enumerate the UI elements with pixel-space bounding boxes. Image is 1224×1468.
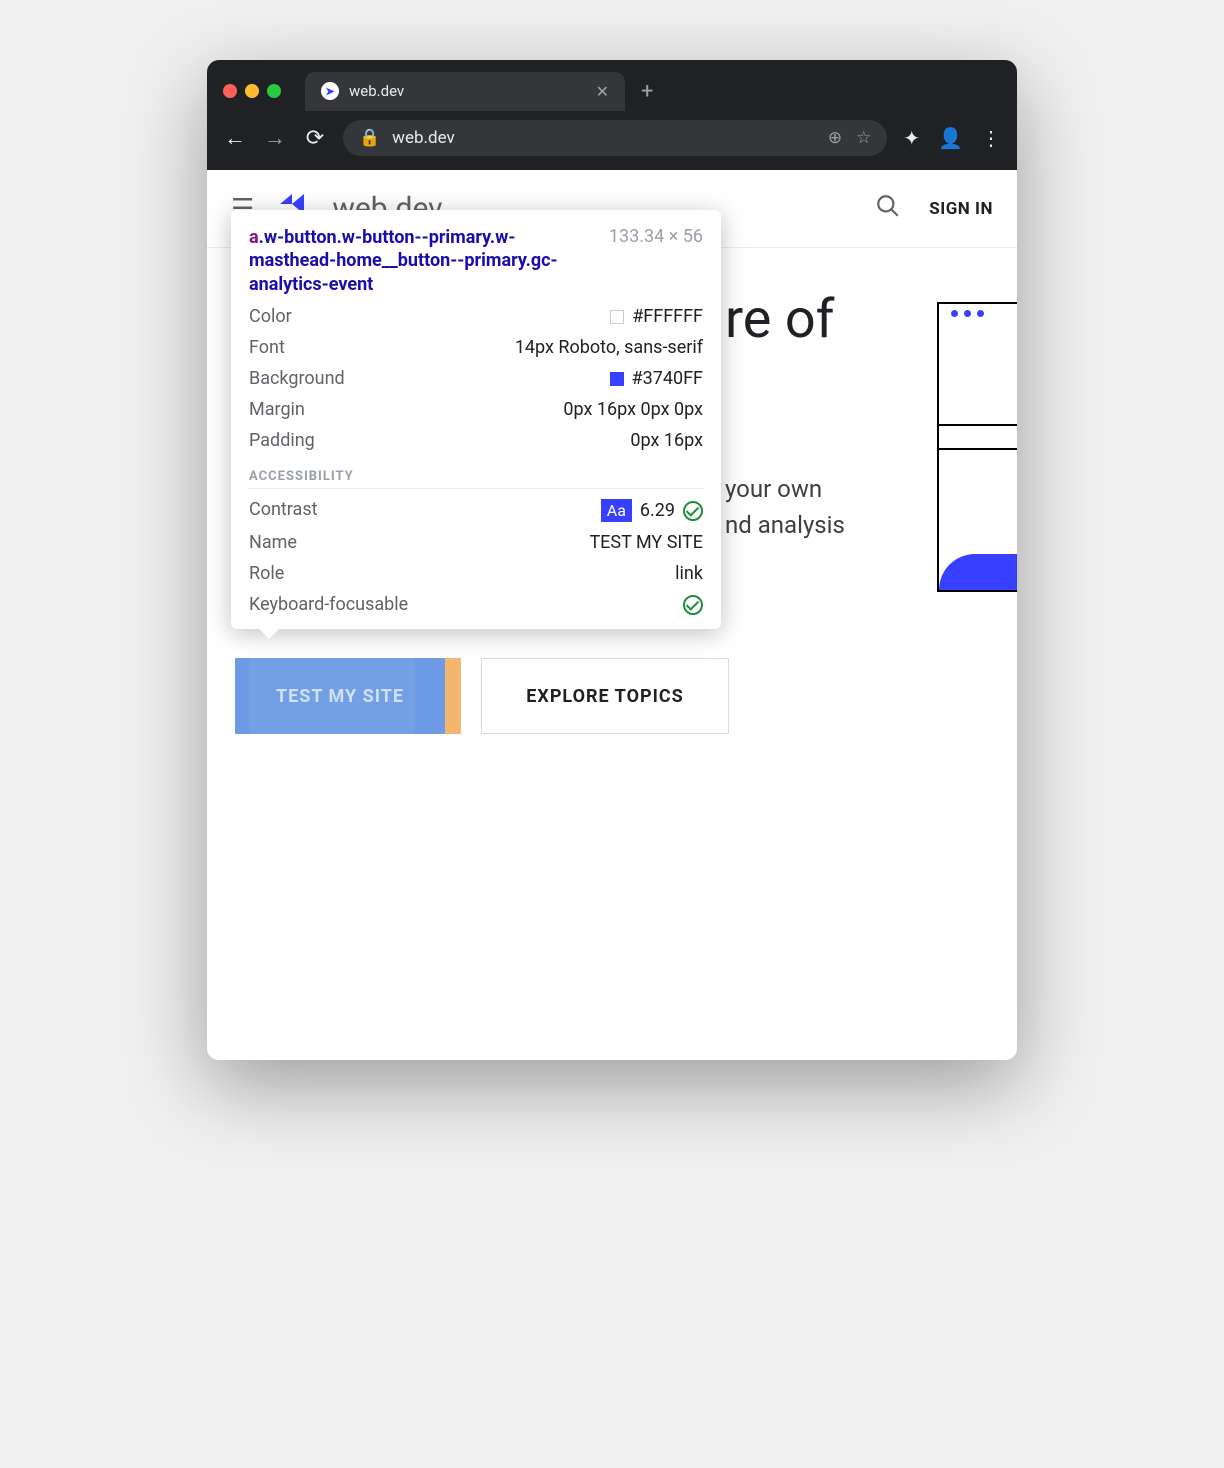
padding-value: 0px 16px <box>630 430 703 451</box>
check-icon <box>683 595 703 615</box>
color-label: Color <box>249 306 292 327</box>
color-swatch-white <box>610 310 624 324</box>
signin-button[interactable]: SIGN IN <box>929 199 993 219</box>
secondary-button-label: EXPLORE TOPICS <box>526 686 683 707</box>
search-icon[interactable] <box>875 193 901 225</box>
background-value: #3740FF <box>632 368 703 389</box>
color-value: #FFFFFF <box>632 306 703 327</box>
browser-toolbar: ← → ⟳ 🔒 web.dev ⊕ ☆ ✦ 👤 ⋮ <box>207 112 1017 170</box>
close-tab-icon[interactable]: ✕ <box>596 82 609 101</box>
a11y-name-value: TEST MY SITE <box>589 532 703 553</box>
font-value: 14px Roboto, sans-serif <box>515 337 703 358</box>
a11y-name-label: Name <box>249 532 297 553</box>
add-icon[interactable]: ⊕ <box>828 128 842 148</box>
role-label: Role <box>249 563 284 584</box>
color-swatch-blue <box>610 372 624 386</box>
bookmark-icon[interactable]: ☆ <box>856 128 871 148</box>
favicon-icon: ➤ <box>321 82 339 100</box>
reload-icon[interactable]: ⟳ <box>303 126 327 151</box>
test-my-site-button[interactable]: TEST MY SITE <box>235 658 445 734</box>
margin-label: Margin <box>249 399 305 420</box>
explore-topics-button[interactable]: EXPLORE TOPICS <box>481 658 729 734</box>
back-icon[interactable]: ← <box>223 125 247 151</box>
window-controls <box>223 84 281 98</box>
minimize-window-button[interactable] <box>245 84 259 98</box>
keyboard-label: Keyboard-focusable <box>249 594 408 615</box>
padding-label: Padding <box>249 430 315 451</box>
element-selector: a.w-button.w-button--primary.w-masthead-… <box>249 226 597 296</box>
element-dimensions: 133.34 × 56 <box>609 226 703 296</box>
address-bar[interactable]: 🔒 web.dev ⊕ ☆ <box>343 120 887 156</box>
primary-button-label: TEST MY SITE <box>276 686 404 707</box>
tab-title: web.dev <box>349 82 404 100</box>
tab-strip: ➤ web.dev ✕ + <box>207 60 1017 112</box>
contrast-badge: Aa <box>601 499 632 522</box>
menu-icon[interactable]: ⋮ <box>981 126 1001 150</box>
accessibility-heading: ACCESSIBILITY <box>249 469 703 489</box>
hero-illustration <box>937 302 1017 592</box>
lock-icon: 🔒 <box>359 128 380 148</box>
contrast-value: 6.29 <box>640 500 675 521</box>
contrast-label: Contrast <box>249 499 318 522</box>
profile-icon[interactable]: 👤 <box>938 126 963 150</box>
new-tab-button[interactable]: + <box>641 79 653 104</box>
browser-window: ➤ web.dev ✕ + ← → ⟳ 🔒 web.dev ⊕ ☆ ✦ 👤 ⋮ … <box>207 60 1017 1060</box>
close-window-button[interactable] <box>223 84 237 98</box>
browser-tab[interactable]: ➤ web.dev ✕ <box>305 72 625 111</box>
extensions-icon[interactable]: ✦ <box>903 126 920 150</box>
maximize-window-button[interactable] <box>267 84 281 98</box>
devtools-inspect-tooltip: a.w-button.w-button--primary.w-masthead-… <box>231 210 721 629</box>
forward-icon[interactable]: → <box>263 125 287 151</box>
font-label: Font <box>249 337 285 358</box>
margin-value: 0px 16px 0px 0px <box>563 399 703 420</box>
check-icon <box>683 501 703 521</box>
url-text: web.dev <box>392 128 455 148</box>
page-content: ☰ web.dev SIGN IN re of your own nd anal <box>207 170 1017 1060</box>
hero-buttons: TEST MY SITE EXPLORE TOPICS <box>235 658 729 734</box>
background-label: Background <box>249 368 345 389</box>
role-value: link <box>675 563 703 584</box>
